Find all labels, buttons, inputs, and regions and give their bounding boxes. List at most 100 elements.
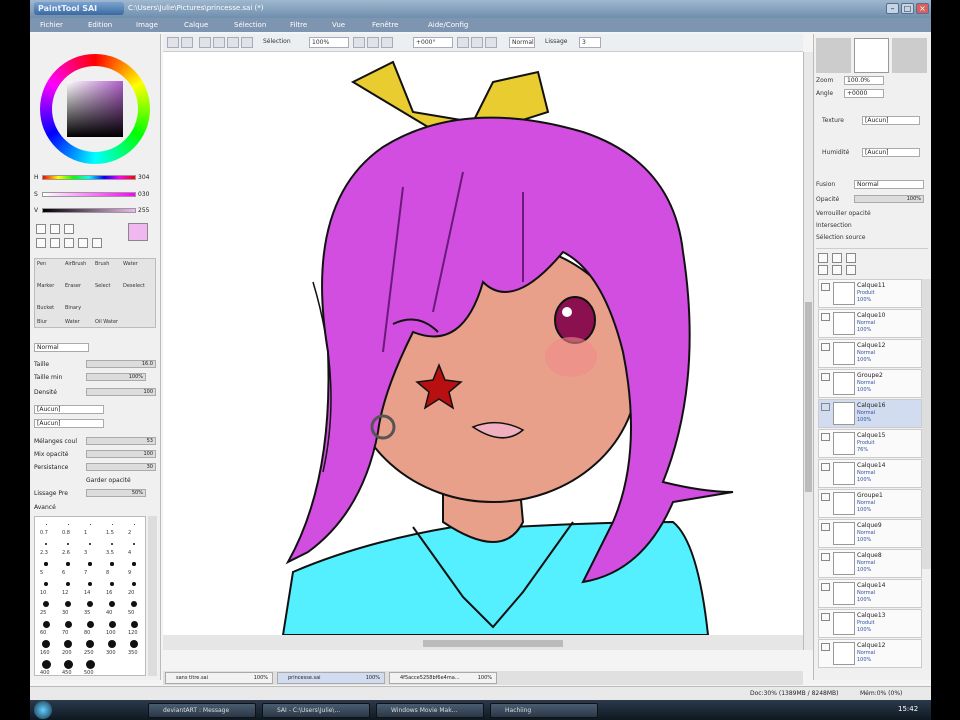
rotate-left-icon[interactable] bbox=[457, 37, 469, 48]
doc-tab-1[interactable]: sans titre.sai 100% bbox=[165, 672, 273, 684]
stabilizer-field[interactable]: 3 bbox=[579, 37, 601, 48]
persistence-slider[interactable]: 30 bbox=[86, 463, 156, 471]
brush-size-cell[interactable]: 16 bbox=[101, 577, 123, 597]
current-color-swatch[interactable] bbox=[128, 223, 148, 241]
saturation-slider[interactable] bbox=[42, 192, 136, 197]
navigator-preview[interactable] bbox=[854, 38, 889, 73]
angle-value[interactable]: +0000 bbox=[844, 89, 884, 98]
doc-tab-3[interactable]: 4f5acce5258bf6e4ma... 100% bbox=[389, 672, 497, 684]
advanced-checkbox[interactable]: Avancé bbox=[34, 504, 56, 511]
brush-size-scrollbar[interactable] bbox=[148, 516, 157, 676]
brush-size-cell[interactable]: 14 bbox=[79, 577, 101, 597]
brush-size-cell[interactable]: 0.7 bbox=[35, 517, 57, 537]
brush-size-cell[interactable]: 450 bbox=[57, 657, 79, 677]
brush-size-cell[interactable]: 1.5 bbox=[101, 517, 123, 537]
zoom-field[interactable]: 100% bbox=[309, 37, 349, 48]
size-slider[interactable]: 16.0 bbox=[86, 360, 156, 368]
brush-size-cell[interactable]: 0.8 bbox=[57, 517, 79, 537]
menu-fenetre[interactable]: Fenêtre bbox=[372, 21, 398, 29]
new-folder-icon[interactable] bbox=[832, 253, 842, 263]
texture2-select[interactable]: [Aucun] bbox=[34, 419, 104, 428]
brush-size-cell[interactable]: 3 bbox=[79, 537, 101, 557]
minimize-button[interactable]: – bbox=[886, 3, 899, 14]
texture-select-right[interactable]: [Aucun] bbox=[862, 116, 920, 125]
layer-row[interactable]: Calque14 Normal 100% bbox=[818, 579, 922, 608]
tool-marker[interactable]: Marker bbox=[37, 283, 54, 289]
eye-icon[interactable] bbox=[821, 433, 830, 441]
brush-size-cell[interactable]: 100 bbox=[101, 617, 123, 637]
zoom-reset-icon[interactable] bbox=[381, 37, 393, 48]
brush-size-cell[interactable]: 9 bbox=[123, 557, 145, 577]
menu-vue[interactable]: Vue bbox=[332, 21, 345, 29]
eye-icon[interactable] bbox=[821, 643, 830, 651]
menu-edition[interactable]: Edition bbox=[88, 21, 112, 29]
zoom-out-icon[interactable] bbox=[367, 37, 379, 48]
tool-water[interactable]: Water bbox=[123, 261, 138, 267]
value-slider[interactable] bbox=[42, 208, 136, 213]
brush-size-cell[interactable]: 25 bbox=[35, 597, 57, 617]
eye-icon[interactable] bbox=[821, 583, 830, 591]
clipping-checkbox[interactable]: Intersection bbox=[816, 222, 852, 229]
effect-select[interactable]: [Aucun] bbox=[862, 148, 920, 157]
menu-aide[interactable]: Aide/Config bbox=[428, 21, 468, 29]
select-rect-icon[interactable] bbox=[36, 224, 46, 234]
clear-layer-icon[interactable] bbox=[832, 265, 842, 275]
canvas-area[interactable] bbox=[163, 52, 803, 635]
blend-slider[interactable]: 53 bbox=[86, 437, 156, 445]
tool-select[interactable]: Select bbox=[95, 283, 110, 289]
layer-row[interactable]: Calque10 Normal 100% bbox=[818, 309, 922, 338]
task-deviantart[interactable]: deviantART : Message bbox=[148, 703, 256, 718]
new-layer-icon[interactable] bbox=[818, 253, 828, 263]
brush-size-cell[interactable]: 60 bbox=[35, 617, 57, 637]
brush-size-cell[interactable]: 6 bbox=[57, 557, 79, 577]
tool-pen[interactable]: Pen bbox=[37, 261, 46, 267]
eye-icon[interactable] bbox=[821, 373, 830, 381]
layer-row[interactable]: Groupe2 Normal 100% bbox=[818, 369, 922, 398]
tool-airbrush[interactable]: AirBrush bbox=[65, 261, 86, 267]
layer-row[interactable]: Calque15 Produit 76% bbox=[818, 429, 922, 458]
rotation-field[interactable]: +000° bbox=[413, 37, 453, 48]
toolbar-icon-6[interactable] bbox=[241, 37, 253, 48]
zoom-value[interactable]: 100.0% bbox=[844, 76, 884, 85]
hand-icon[interactable] bbox=[78, 238, 88, 248]
eye-icon[interactable] bbox=[821, 343, 830, 351]
layer-row[interactable]: Calque13 Produit 100% bbox=[818, 609, 922, 638]
preserve-opacity-checkbox[interactable]: Verrouiller opacité bbox=[816, 210, 871, 217]
close-button[interactable]: × bbox=[916, 3, 929, 14]
tool-blur[interactable]: Blur bbox=[37, 319, 47, 325]
eye-icon[interactable] bbox=[821, 493, 830, 501]
brush-size-cell[interactable]: 10 bbox=[35, 577, 57, 597]
eye-icon[interactable] bbox=[821, 463, 830, 471]
layer-scrollbar[interactable] bbox=[922, 279, 931, 569]
layer-row[interactable]: Calque12 Normal 100% bbox=[818, 339, 922, 368]
brush-size-cell[interactable]: 40 bbox=[101, 597, 123, 617]
brush-size-cell[interactable]: 5 bbox=[35, 557, 57, 577]
brush-size-cell[interactable]: 160 bbox=[35, 637, 57, 657]
merge-layer-icon[interactable] bbox=[818, 265, 828, 275]
layer-row[interactable]: Groupe1 Normal 100% bbox=[818, 489, 922, 518]
layer-row[interactable]: Calque8 Normal 100% bbox=[818, 549, 922, 578]
wand-icon[interactable] bbox=[64, 224, 74, 234]
copy-layer-icon[interactable] bbox=[846, 253, 856, 263]
min-size-slider[interactable]: 100% bbox=[86, 373, 146, 381]
texture-select[interactable]: [Aucun] bbox=[34, 405, 104, 414]
eye-icon[interactable] bbox=[821, 553, 830, 561]
eye-icon[interactable] bbox=[821, 523, 830, 531]
eye-icon[interactable] bbox=[821, 613, 830, 621]
keep-opacity-checkbox[interactable]: Garder opacité bbox=[86, 477, 131, 484]
rotate-icon[interactable] bbox=[64, 238, 74, 248]
task-hachiing[interactable]: Hachiing bbox=[490, 703, 598, 718]
tool-brush[interactable]: Brush bbox=[95, 261, 109, 267]
brush-size-cell[interactable]: 12 bbox=[57, 577, 79, 597]
layer-row[interactable]: Calque11 Produit 100% bbox=[818, 279, 922, 308]
menu-selection[interactable]: Sélection bbox=[234, 21, 266, 29]
brush-size-cell[interactable]: 20 bbox=[123, 577, 145, 597]
rotate-right-icon[interactable] bbox=[471, 37, 483, 48]
density-slider[interactable]: 100 bbox=[86, 388, 156, 396]
tool-oil-water[interactable]: Oil Water bbox=[95, 319, 118, 325]
opacity-slider[interactable]: 100% bbox=[854, 195, 924, 203]
task-movie-maker[interactable]: Windows Movie Mak... bbox=[376, 703, 484, 718]
menu-calque[interactable]: Calque bbox=[184, 21, 208, 29]
toolbar-icon-2[interactable] bbox=[181, 37, 193, 48]
toolbar-icon-5[interactable] bbox=[227, 37, 239, 48]
